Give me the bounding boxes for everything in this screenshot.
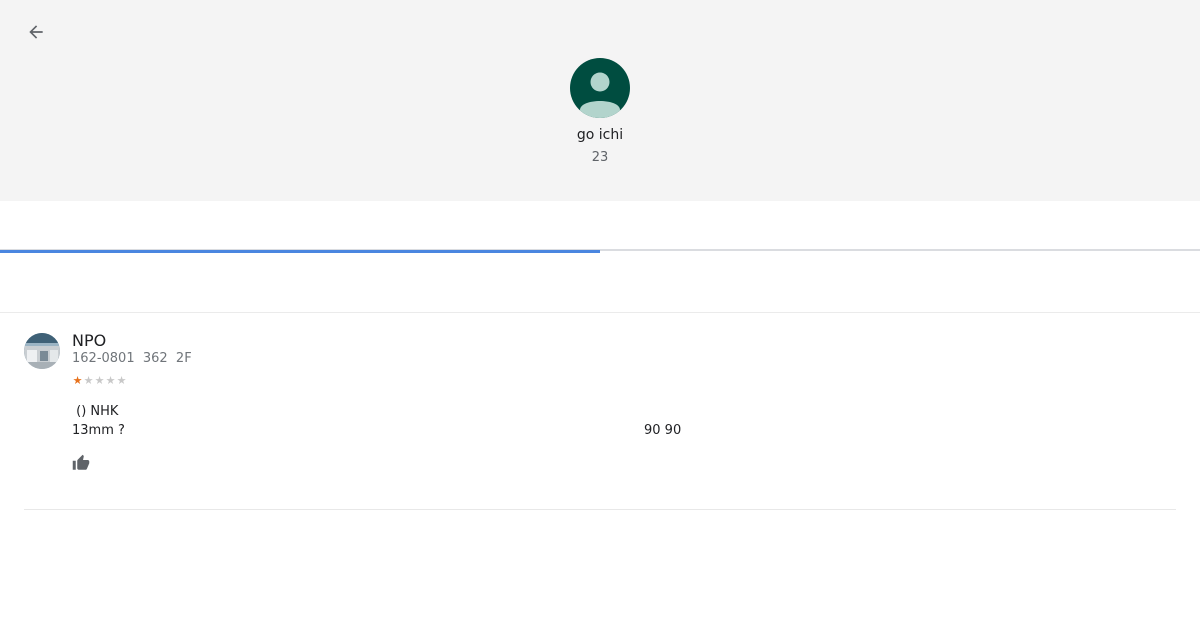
star-empty-icon: ★ — [83, 374, 94, 387]
arrow-left-icon — [29, 25, 43, 39]
star-filled-icon: ★ — [72, 374, 83, 387]
place-thumbnail[interactable] — [24, 333, 60, 369]
star-empty-icon: ★ — [105, 374, 116, 387]
avatar — [570, 58, 630, 118]
place-address: 162-0801 362 2F — [72, 351, 192, 366]
tab-bar — [0, 201, 1200, 253]
place-photo-icon — [24, 333, 60, 369]
star-empty-icon: ★ — [116, 374, 127, 387]
like-button[interactable] — [72, 454, 90, 472]
profile-name: go ichi — [576, 127, 624, 143]
star-rating: ★ ★ ★ ★ ★ — [72, 374, 127, 388]
review-text-line: 13mm ? — [72, 423, 125, 438]
thumbs-up-icon — [72, 454, 90, 470]
place-name[interactable]: NPO — [72, 331, 106, 350]
star-empty-icon: ★ — [94, 374, 105, 387]
tab-photos[interactable] — [600, 201, 1200, 251]
person-icon — [580, 72, 620, 118]
review-text-line: () NHK — [72, 404, 119, 419]
profile-contribution-count: 23 — [591, 150, 609, 165]
review-text-fragment: 90 90 — [644, 423, 682, 438]
back-button[interactable] — [20, 16, 52, 48]
tab-reviews[interactable] — [0, 201, 600, 253]
review-item: NPO 162-0801 362 2F ★ ★ ★ ★ ★ () NHK 13mm ? … — [24, 313, 1176, 510]
profile-header: go ichi 23 — [0, 0, 1200, 201]
